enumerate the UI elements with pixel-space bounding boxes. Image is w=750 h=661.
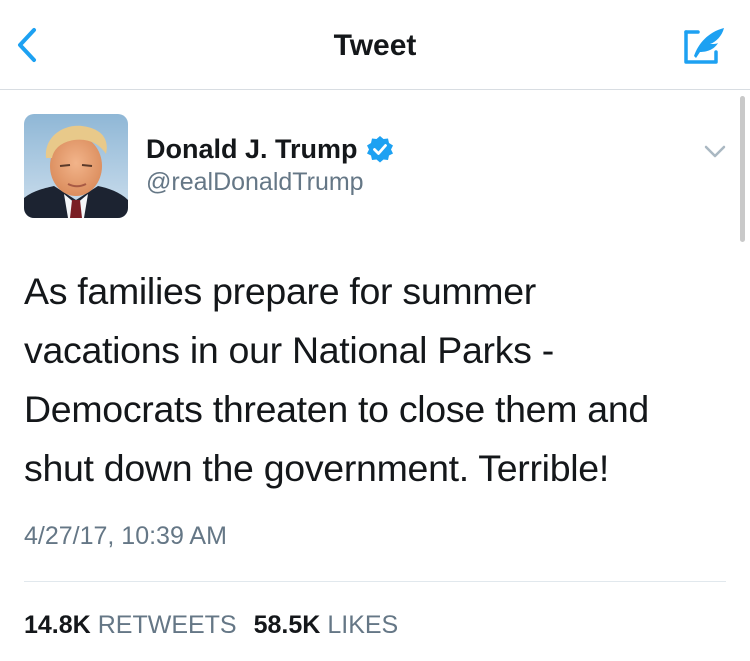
chevron-down-icon	[704, 145, 726, 158]
retweets-label: RETWEETS	[97, 611, 237, 639]
scrollbar[interactable]	[740, 96, 745, 242]
tweet-menu-button[interactable]	[700, 136, 730, 166]
tweet-stats: 14.8K RETWEETS 58.5K LIKES	[24, 611, 415, 640]
tweet-text: As families prepare for summer vacations…	[24, 262, 724, 498]
tweet-text-line: shut down the government. Terrible!	[24, 447, 609, 489]
navigation-bar: Tweet	[0, 0, 750, 90]
author-display-name: Donald J. Trump	[146, 133, 358, 164]
compose-tweet-button[interactable]	[680, 22, 728, 70]
verified-badge-icon	[366, 136, 393, 163]
likes-stat[interactable]: 58.5K LIKES	[254, 611, 399, 640]
tweet-timestamp: 4/27/17, 10:39 AM	[24, 522, 227, 550]
compose-tweet-icon	[684, 28, 724, 64]
page-title: Tweet	[333, 29, 417, 62]
tweet-text-line: As families prepare for summer	[24, 270, 536, 312]
likes-count: 58.5K	[253, 611, 321, 639]
profile-photo	[24, 114, 128, 218]
likes-label: LIKES	[327, 611, 399, 639]
tweet-text-line: Democrats threaten to close them and	[24, 388, 649, 430]
author-name-row[interactable]: Donald J. Trump	[146, 131, 394, 167]
retweets-count: 14.8K	[24, 611, 91, 639]
tweet-text-line: vacations in our National Parks -	[24, 329, 554, 371]
avatar[interactable]	[24, 114, 128, 218]
author-handle[interactable]: @realDonaldTrump	[146, 168, 364, 197]
retweets-stat[interactable]: 14.8K RETWEETS	[24, 611, 237, 640]
divider	[24, 581, 726, 582]
